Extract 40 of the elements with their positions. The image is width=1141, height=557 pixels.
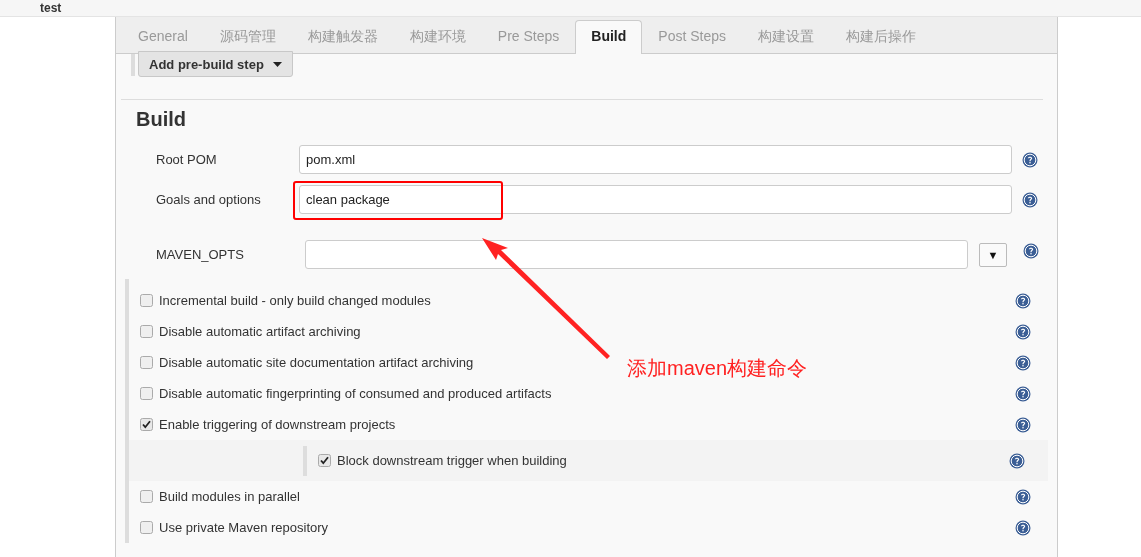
job-name[interactable]: test (40, 1, 62, 15)
dropdown-toggle[interactable]: ▼ (979, 242, 1007, 267)
caret-icon (272, 61, 282, 67)
checkbox[interactable] (140, 325, 153, 338)
help-icon[interactable] (1009, 452, 1025, 469)
help-icon[interactable] (1015, 488, 1031, 505)
checkbox-label[interactable]: Incremental build - only build changed modules (153, 293, 431, 308)
checkbox[interactable] (140, 490, 153, 503)
help-icon[interactable] (1015, 292, 1031, 309)
checkbox-label[interactable]: Disable automatic artifact archiving (153, 324, 361, 339)
help-icon[interactable] (1015, 323, 1031, 340)
field-label: Goals and options (156, 192, 262, 207)
input-field[interactable] (305, 240, 968, 269)
add-pre-build-step-button[interactable]: Add pre-build step (138, 51, 293, 77)
help-icon[interactable] (1022, 191, 1038, 208)
checkbox-label[interactable]: Block downstream trigger when building (331, 453, 567, 468)
help-icon[interactable] (1023, 242, 1039, 259)
checkbox[interactable] (140, 356, 153, 369)
help-icon[interactable] (1015, 354, 1031, 371)
checkbox[interactable] (318, 454, 331, 467)
checkbox[interactable] (140, 387, 153, 400)
help-icon[interactable] (1015, 416, 1031, 433)
field-label: Root POM (156, 152, 218, 167)
checkbox-label[interactable]: Disable automatic site documentation artifact archiving (153, 355, 474, 370)
checkbox-label[interactable]: Build modules in parallel (153, 489, 300, 504)
input-field[interactable]: clean package (299, 185, 1012, 214)
checkbox-label[interactable]: Disable automatic fingerprinting of consumed and produced artifacts (153, 386, 552, 401)
checkbox[interactable] (140, 294, 153, 307)
help-icon[interactable] (1015, 385, 1031, 402)
tab[interactable]: Build (575, 20, 643, 54)
annotation-text: 添加maven构建命令 (627, 356, 808, 381)
help-icon[interactable] (1015, 519, 1031, 536)
checkbox[interactable] (140, 521, 153, 534)
field-label: MAVEN_OPTS (156, 247, 245, 262)
input-field[interactable]: pom.xml (299, 145, 1012, 174)
help-icon[interactable] (1022, 151, 1038, 168)
section-title: Build (136, 108, 187, 131)
checkbox-label[interactable]: Enable triggering of downstream projects (153, 417, 396, 432)
checkbox[interactable] (140, 418, 153, 431)
checkbox-label[interactable]: Use private Maven repository (153, 520, 329, 535)
